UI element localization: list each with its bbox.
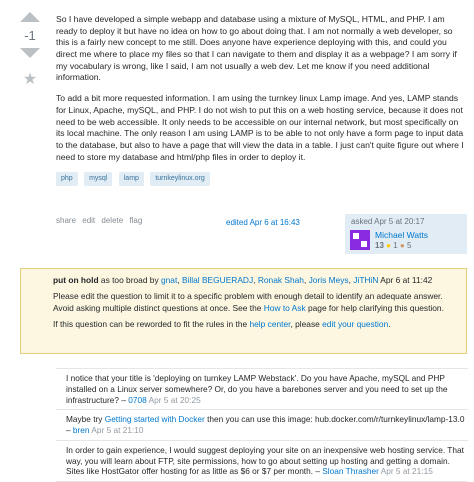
voter-link[interactable]: Billal BEGUERADJ: [182, 275, 253, 285]
tag-lamp[interactable]: lamp: [118, 172, 144, 187]
comment: I notice that your title is 'deploying o…: [56, 369, 468, 411]
hold-text: page for help clarifying this question.: [305, 302, 444, 313]
voter-link[interactable]: Ronak Shah: [258, 275, 304, 285]
hold-reword-note: If this question can be reworded to fit …: [53, 319, 456, 330]
comment: In order to gain experience, I would sug…: [56, 441, 468, 482]
question-paragraph: So I have developed a simple webapp and …: [56, 14, 457, 83]
comment-text: Maybe try: [66, 414, 105, 425]
tag-turnkeylinux[interactable]: turnkeylinux.org: [150, 172, 210, 187]
hold-date: Apr 6 at 11:42: [378, 275, 433, 285]
vote-count: -1: [24, 28, 36, 43]
comment-list: I notice that your title is 'deploying o…: [56, 368, 468, 482]
gold-badge-count: 1: [393, 241, 398, 250]
voter-link[interactable]: JiTHiN: [353, 275, 378, 285]
comment-text: I notice that your title is 'deploying o…: [66, 373, 448, 405]
hold-title: put on hold: [53, 275, 99, 285]
hold-text: If this question can be reworded to fit …: [53, 319, 250, 330]
post-menu: share edit delete flag: [56, 216, 146, 227]
flag-link[interactable]: flag: [129, 216, 142, 225]
upvote-arrow-icon[interactable]: [20, 12, 40, 22]
edited-timestamp[interactable]: edited Apr 6 at 16:43: [226, 218, 300, 229]
edit-link[interactable]: edit: [82, 216, 95, 225]
comment-date[interactable]: Apr 5 at 21:15: [379, 466, 433, 476]
question-paragraph: To add a bit more requested information.…: [56, 93, 464, 162]
gold-badge-icon: ●: [386, 241, 391, 250]
vote-column: -1 ★: [10, 12, 50, 88]
delete-link[interactable]: delete: [101, 216, 123, 225]
how-to-ask-link[interactable]: How to Ask: [264, 303, 306, 313]
docker-link[interactable]: Getting started with Docker: [105, 414, 205, 424]
reputation-score: 13: [375, 241, 384, 250]
comment-date[interactable]: Apr 5 at 20:25: [147, 395, 201, 405]
asked-timestamp: asked Apr 5 at 20:17: [351, 217, 425, 226]
bronze-badge-icon: ●: [399, 241, 405, 250]
hold-text: , please: [290, 319, 323, 330]
question-body: So I have developed a simple webapp and …: [56, 14, 466, 187]
downvote-arrow-icon[interactable]: [20, 48, 40, 58]
voter-link[interactable]: Joris Meys: [309, 275, 349, 285]
asker-card: asked Apr 5 at 20:17 Michael Watts 13 ● …: [345, 214, 467, 254]
asker-reputation: 13 ● 1 ● 5: [375, 241, 411, 252]
comment: Maybe try Getting started with Docker th…: [56, 410, 468, 441]
hold-text: .: [388, 319, 391, 330]
hold-reason: as too broad by: [98, 275, 161, 285]
tag-list: php mysql lamp turnkeylinux.org: [56, 172, 466, 187]
edit-question-link[interactable]: edit your question: [322, 319, 388, 329]
avatar[interactable]: [350, 230, 370, 250]
help-center-link[interactable]: help center: [249, 319, 290, 329]
voter-link[interactable]: gnat: [161, 275, 177, 285]
comment-author[interactable]: bren: [73, 425, 90, 435]
share-link[interactable]: share: [56, 216, 76, 225]
tag-mysql[interactable]: mysql: [84, 172, 113, 187]
hold-header: put on hold as too broad by gnat, Billal…: [53, 275, 456, 286]
on-hold-notice: put on hold as too broad by gnat, Billal…: [20, 268, 467, 354]
bronze-badge-count: 5: [406, 241, 412, 250]
comment-author[interactable]: 0708: [128, 395, 146, 405]
comment-date[interactable]: Apr 5 at 21:10: [90, 425, 143, 435]
hold-explanation: Please edit the question to limit it to …: [53, 291, 456, 314]
tag-php[interactable]: php: [56, 172, 78, 187]
comment-author[interactable]: Sloan Thrasher: [322, 466, 379, 476]
asker-name[interactable]: Michael Watts: [375, 230, 428, 242]
favorite-star-icon[interactable]: ★: [10, 72, 50, 88]
